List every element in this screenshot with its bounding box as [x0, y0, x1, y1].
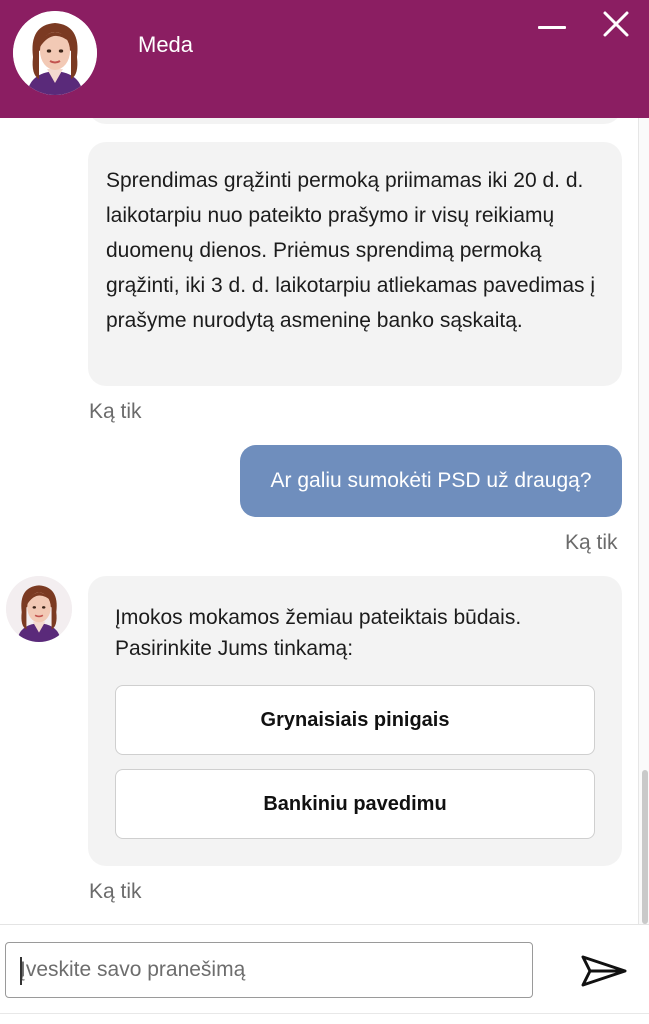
text-caret: [20, 957, 22, 985]
agent-avatar: [13, 11, 97, 95]
chat-window: Meda Sprendimas grąžinti permoką priimam…: [0, 0, 649, 1024]
message-input[interactable]: Įveskite savo pranešimą: [5, 942, 533, 998]
message-list[interactable]: Sprendimas grąžinti permoką priimamas ik…: [0, 118, 638, 924]
bot-message-bubble: Sprendimas grąžinti permoką priimamas ik…: [88, 142, 622, 386]
user-message-text: Ar galiu sumokėti PSD už draugą?: [270, 469, 592, 492]
message-timestamp: Ką tik: [565, 531, 618, 554]
option-button-cash[interactable]: Grynaisiais pinigais: [115, 685, 595, 755]
chat-header: Meda: [0, 0, 649, 118]
user-message-bubble: Ar galiu sumokėti PSD už draugą?: [240, 445, 622, 517]
bot-message-text: Įmokos mokamos žemiau pateiktais būdais.…: [115, 606, 522, 660]
agent-name: Meda: [138, 32, 194, 57]
option-button-bank-transfer[interactable]: Bankiniu pavedimu: [115, 769, 595, 839]
bot-message-text: Sprendimas grąžinti permoką priimamas ik…: [106, 169, 596, 332]
message-timestamp: Ką tik: [89, 880, 142, 903]
previous-message-bubble: [88, 118, 622, 124]
divider: [0, 1013, 649, 1014]
minimize-icon[interactable]: [534, 8, 570, 44]
bot-avatar-image: [6, 576, 72, 642]
message-timestamp: Ką tik: [89, 400, 142, 423]
close-icon[interactable]: [598, 8, 634, 44]
bot-avatar: [6, 576, 72, 642]
send-icon[interactable]: [580, 953, 628, 989]
message-input-placeholder: Įveskite savo pranešimą: [20, 958, 246, 981]
scrollbar-thumb[interactable]: [642, 770, 648, 924]
composer: Įveskite savo pranešimą: [0, 924, 649, 1024]
bot-message-bubble: Įmokos mokamos žemiau pateiktais būdais.…: [88, 576, 622, 866]
agent-avatar-image: [13, 11, 97, 95]
